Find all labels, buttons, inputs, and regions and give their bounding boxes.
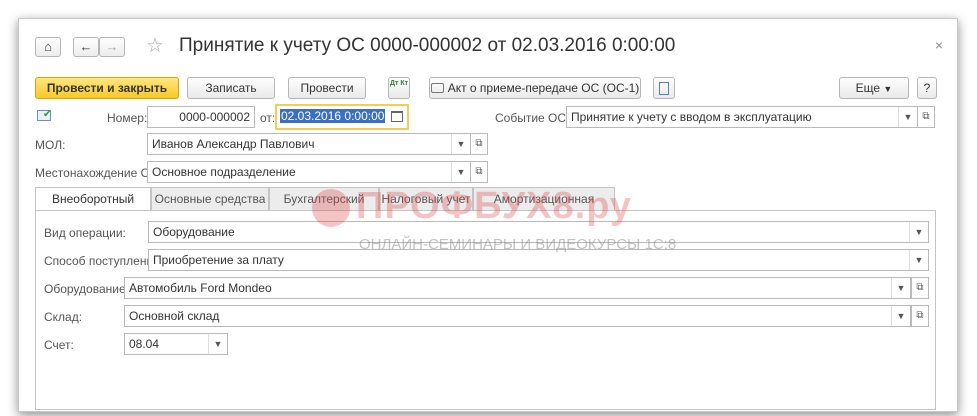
home-icon: ⌂ <box>44 39 52 54</box>
checkmark-icon: ✔ <box>43 109 52 120</box>
watermark-brand: ПРОФБУХ8.ру <box>356 185 633 227</box>
warehouse-label: Склад: <box>44 310 83 324</box>
mol-select[interactable]: Иванов Александр Павлович ▼ <box>147 133 471 155</box>
event-value: Принятие к учету с вводом в эксплуатацию <box>571 110 812 124</box>
back-button[interactable]: ← <box>73 37 99 57</box>
document-icon <box>659 82 669 95</box>
mol-label: МОЛ: <box>35 138 66 152</box>
chevron-down-icon: ▼ <box>883 84 893 94</box>
open-warehouse-icon[interactable]: ⧉ <box>911 305 929 327</box>
dropdown-arrow-icon[interactable]: ▼ <box>451 134 470 154</box>
more-menu-button[interactable]: Еще ▼ <box>839 77 909 99</box>
equipment-select[interactable]: Автомобиль Ford Mondeo ▼ <box>124 277 911 299</box>
dropdown-arrow-icon[interactable]: ▼ <box>909 222 928 242</box>
dropdown-arrow-icon[interactable]: ▼ <box>451 162 470 182</box>
calendar-icon <box>391 111 403 122</box>
tab-fixed-assets[interactable]: Основные средства <box>151 187 269 211</box>
operation-label: Вид операции: <box>44 226 126 240</box>
dropdown-arrow-icon[interactable]: ▼ <box>909 250 928 270</box>
help-button[interactable]: ? <box>917 77 937 99</box>
date-field[interactable]: 02.03.2016 0:00:00 <box>275 104 409 130</box>
dropdown-arrow-icon[interactable]: ▼ <box>891 306 910 326</box>
open-mol-icon[interactable]: ⧉ <box>470 133 488 155</box>
dropdown-arrow-icon[interactable]: ▼ <box>898 107 917 127</box>
operation-value: Оборудование <box>153 225 235 239</box>
close-icon[interactable]: × <box>935 37 943 53</box>
open-equipment-icon[interactable]: ⧉ <box>911 277 929 299</box>
forward-button[interactable]: → <box>99 37 125 57</box>
watermark-tagline: ОНЛАЙН-СЕМИНАРЫ И ВИДЕОКУРСЫ 1С:8 <box>359 236 677 253</box>
dropdown-arrow-icon[interactable]: ▼ <box>891 278 910 298</box>
dt-kt-icon: Дт Кт <box>389 80 409 87</box>
equipment-label: Оборудование: <box>44 282 129 296</box>
location-select[interactable]: Основное подразделение ▼ <box>147 161 471 183</box>
event-select[interactable]: Принятие к учету с вводом в эксплуатацию… <box>566 106 918 128</box>
post-and-close-button[interactable]: Провести и закрыть <box>35 77 179 99</box>
equipment-value: Автомобиль Ford Mondeo <box>129 281 272 295</box>
date-label: от: <box>260 111 276 125</box>
account-label: Счет: <box>44 338 74 352</box>
dt-kt-report-button[interactable]: Дт Кт <box>388 77 410 99</box>
receipt-value: Приобретение за плату <box>153 253 284 267</box>
number-label: Номер: <box>107 111 148 125</box>
tab-fixed-asset[interactable]: Внеоборотный актив <box>35 187 151 228</box>
location-label: Местонахождение ОС: <box>35 166 162 180</box>
mol-value: Иванов Александр Павлович <box>152 137 315 151</box>
back-arrow-icon: ← <box>79 39 93 54</box>
attached-files-button[interactable] <box>653 77 675 99</box>
post-button[interactable]: Провести <box>288 77 366 99</box>
date-value: 02.03.2016 0:00:00 <box>280 109 386 123</box>
more-label: Еще <box>855 81 881 95</box>
event-label: Событие ОС: <box>495 111 570 125</box>
printer-icon <box>430 83 444 93</box>
open-event-icon[interactable]: ⧉ <box>917 106 935 128</box>
account-select[interactable]: 08.04 ▼ <box>124 333 228 355</box>
number-field[interactable]: 0000-000002 <box>147 106 255 128</box>
save-button[interactable]: Записать <box>187 77 275 99</box>
open-location-icon[interactable]: ⧉ <box>470 161 488 183</box>
account-value: 08.04 <box>129 337 160 351</box>
print-act-button[interactable]: Акт о приеме-передаче ОС (ОС-1) <box>429 77 641 99</box>
warehouse-select[interactable]: Основной склад ▼ <box>124 305 911 327</box>
forward-arrow-icon: → <box>105 39 119 54</box>
location-value: Основное подразделение <box>152 165 296 179</box>
dropdown-arrow-icon[interactable]: ▼ <box>208 334 227 354</box>
home-button[interactable]: ⌂ <box>35 37 61 57</box>
favorite-star-icon[interactable]: ☆ <box>146 33 164 58</box>
document-window: ⌂ ← → ☆ Принятие к учету ОС 0000-000002 … <box>18 18 958 412</box>
receipt-label: Способ поступления: <box>44 254 163 268</box>
print-act-label: Акт о приеме-передаче ОС (ОС-1) <box>447 81 640 95</box>
window-title: Принятие к учету ОС 0000-000002 от 02.03… <box>179 35 676 56</box>
warehouse-value: Основной склад <box>129 309 220 323</box>
